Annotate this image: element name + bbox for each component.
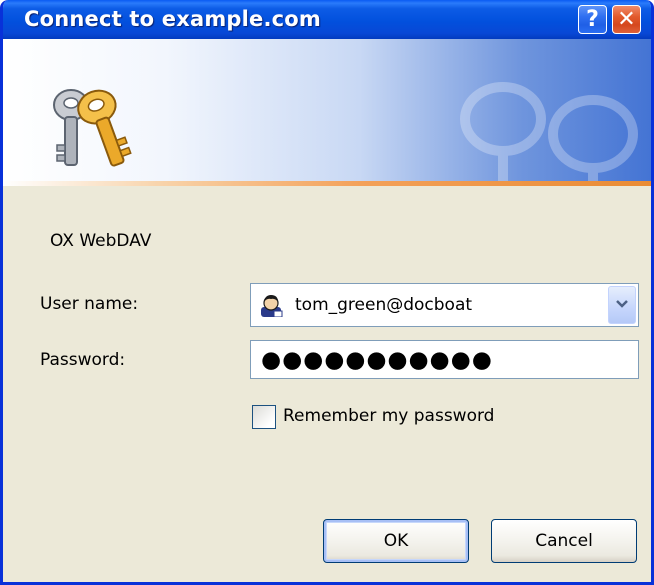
username-dropdown-button[interactable] [608,286,636,324]
chevron-down-icon [616,300,628,308]
close-button[interactable]: ✕ [612,5,641,34]
cancel-button[interactable]: Cancel [491,519,637,563]
login-dialog: Connect to example.com ? ✕ OX WebDAV Use… [0,0,654,585]
help-icon: ? [586,7,599,32]
dialog-banner [3,39,651,181]
keys-icon [53,89,132,167]
realm-label: OX WebDAV [50,231,152,251]
user-account-icon [261,295,283,317]
close-icon: ✕ [617,7,636,32]
username-value: tom_green@docboat [295,295,473,315]
title-bar[interactable]: Connect to example.com ? ✕ [3,0,651,39]
remember-password-checkbox[interactable] [252,405,276,429]
ok-button[interactable]: OK [323,519,469,563]
window-title: Connect to example.com [24,7,322,31]
banner-stripe [3,181,651,186]
keys-watermark-icon [460,82,638,181]
password-input[interactable]: ●●●●●●●●●●● [250,340,639,379]
username-combobox[interactable]: tom_green@docboat [250,283,639,327]
remember-password-label[interactable]: Remember my password [283,406,494,426]
username-label: User name: [40,294,139,314]
password-masked-value: ●●●●●●●●●●● [261,347,493,373]
password-label: Password: [40,350,126,370]
help-button[interactable]: ? [578,5,607,34]
